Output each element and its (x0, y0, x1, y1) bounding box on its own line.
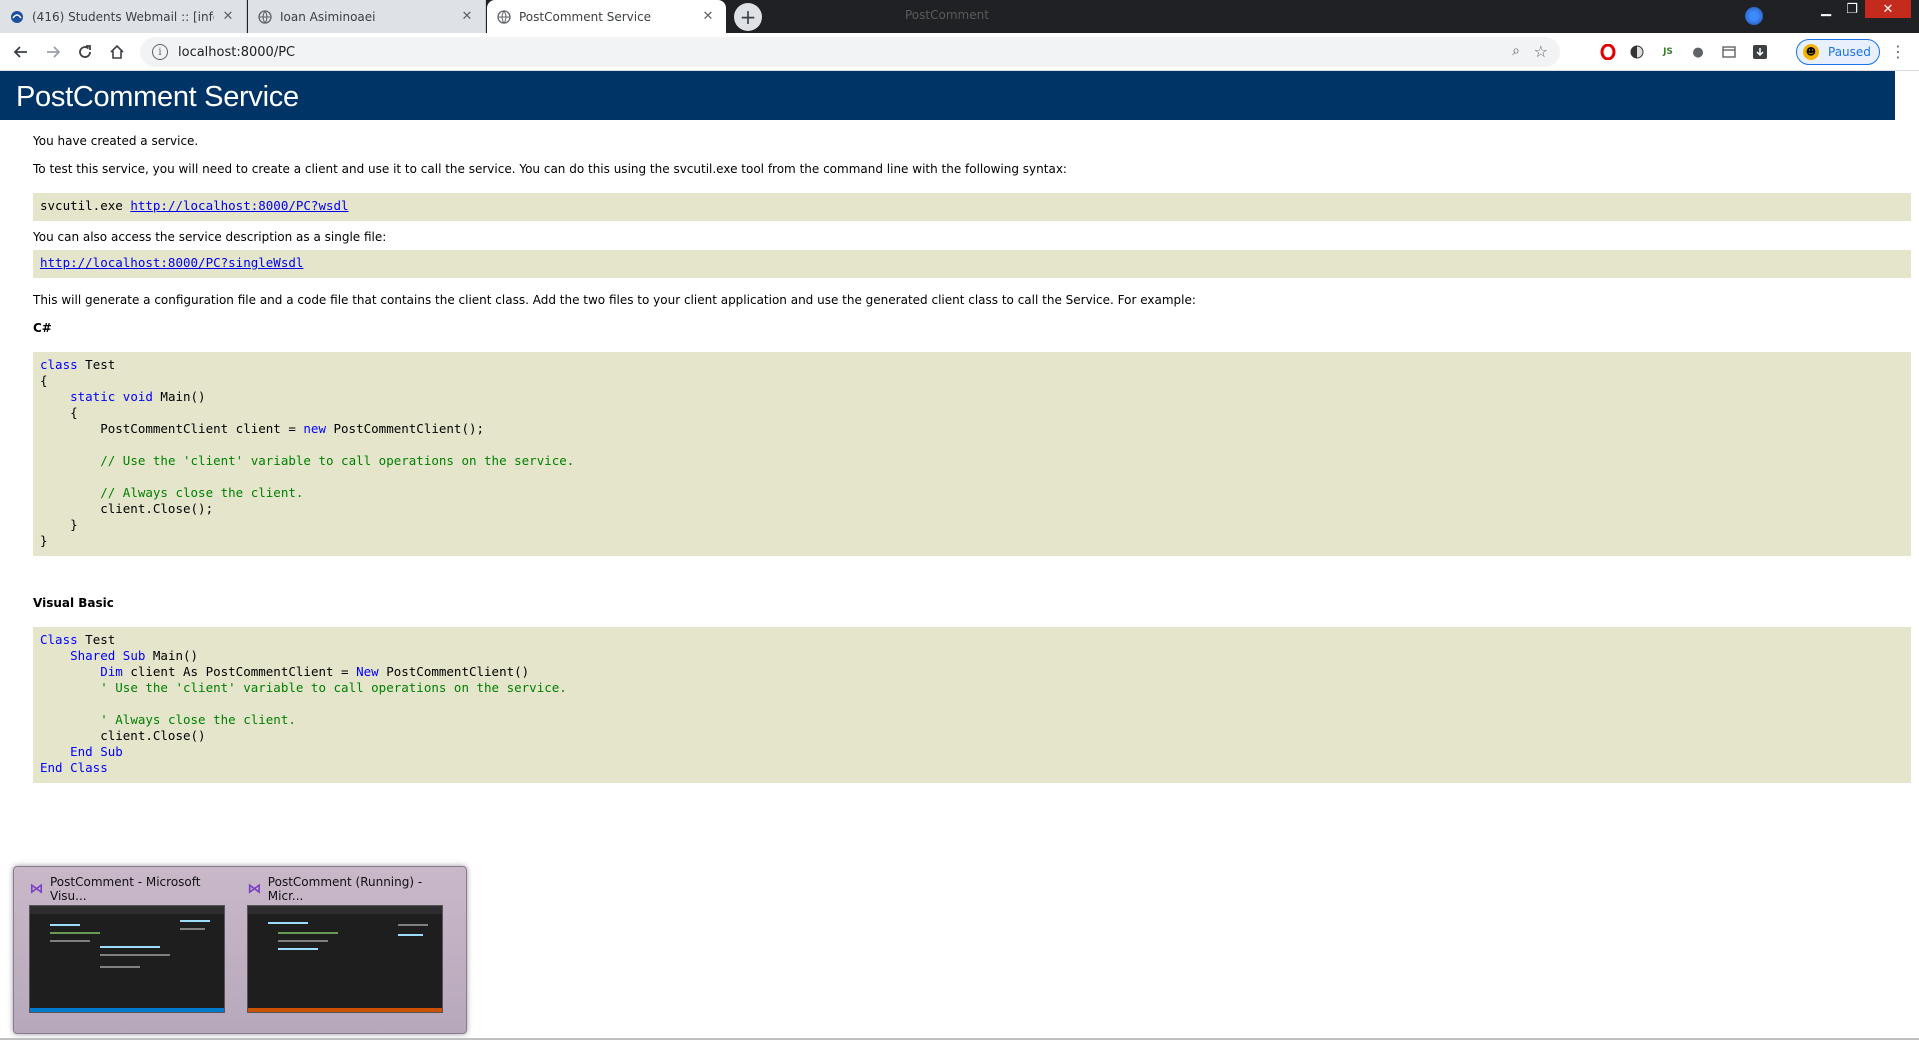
test-instructions: To test this service, you will need to c… (33, 162, 1067, 176)
single-wsdl-block: http://localhost:8000/PC?singleWsdl (33, 250, 1911, 278)
bookmark-star-icon[interactable]: ☆ (1534, 42, 1548, 61)
visual-studio-icon: ⋈ (247, 881, 262, 897)
thumbnail-title-bar: ⋈ PostComment (Running) - Micr... (247, 875, 447, 903)
js-extension-icon[interactable]: JS (1658, 42, 1678, 62)
thumbnail-title: PostComment (Running) - Micr... (267, 875, 423, 903)
wsdl-link[interactable]: http://localhost:8000/PC?wsdl (130, 198, 348, 213)
restore-icon[interactable]: ❐ (1839, 0, 1865, 18)
forward-arrow-icon (47, 46, 61, 58)
zoom-icon[interactable]: ⌕ (1512, 43, 1520, 59)
window-preview-image (29, 905, 225, 1013)
menu-kebab-icon[interactable]: ⋮ (1890, 42, 1906, 61)
reload-button[interactable] (72, 39, 98, 65)
taskbar-thumbnail-popup: ⋈ PostComment - Microsoft Visu... ⋈ Post… (13, 866, 467, 1034)
home-button[interactable] (104, 39, 130, 65)
reload-icon (79, 45, 91, 58)
new-tab-button[interactable]: + (734, 3, 762, 31)
url-text[interactable]: localhost:8000/PC (178, 45, 295, 60)
visual-studio-icon: ⋈ (29, 881, 44, 897)
tab-postcomment-service[interactable]: PostComment Service ✕ (487, 0, 726, 33)
page-body: You have created a service. To test this… (33, 134, 1911, 783)
close-tab-icon[interactable]: ✕ (700, 9, 716, 25)
back-arrow-icon (13, 46, 27, 58)
close-tab-icon[interactable]: ✕ (459, 9, 475, 25)
tab-title: PostComment Service (519, 9, 652, 24)
csharp-heading: C# (33, 321, 52, 335)
profile-paused-button[interactable]: ☻ Paused (1796, 39, 1880, 65)
csharp-code-block: class Test { static void Main() { PostCo… (33, 352, 1911, 556)
tab-webmail[interactable]: (416) Students Webmail :: [info3c ✕ (0, 0, 247, 33)
svcutil-command-block: svcutil.exe http://localhost:8000/PC?wsd… (33, 193, 1911, 221)
page-title: PostComment Service (16, 81, 299, 113)
forward-button[interactable] (40, 39, 66, 65)
opera-extension-icon[interactable] (1598, 42, 1618, 62)
tab-title: Ioan Asiminoaei (280, 9, 376, 24)
window-controls: ▁ ❐ ✕ (1813, 0, 1911, 20)
close-window-icon[interactable]: ✕ (1865, 0, 1911, 18)
lightbulb-extension-icon[interactable]: ● (1688, 42, 1708, 62)
address-bar[interactable]: i localhost:8000/PC ⌕ ☆ (140, 37, 1560, 67)
page-header: PostComment Service (0, 71, 1895, 120)
thumbnail-title: PostComment - Microsoft Visu... (50, 875, 201, 903)
download-extension-icon[interactable] (1750, 42, 1770, 62)
minimize-icon[interactable]: ▁ (1813, 0, 1839, 18)
single-file-text: You can also access the service descript… (33, 230, 387, 244)
background-window-title: PostComment (905, 8, 989, 22)
tab-strip: PostComment (416) Students Webmail :: [i… (0, 0, 1919, 33)
globe-icon (258, 9, 272, 24)
thumbnail-title-bar: ⋈ PostComment - Microsoft Visu... (29, 875, 229, 903)
taskbar-thumbnail-visual-studio[interactable]: ⋈ PostComment - Microsoft Visu... (29, 875, 229, 1022)
back-button[interactable] (8, 39, 34, 65)
vb-code-block: Class Test Shared Sub Main() Dim client … (33, 627, 1911, 783)
generate-text: This will generate a configuration file … (33, 293, 1196, 307)
home-icon (110, 44, 124, 59)
site-info-icon[interactable]: i (152, 44, 168, 60)
svcutil-command: svcutil.exe (40, 198, 131, 213)
tab-title: (416) Students Webmail :: [info3c (32, 9, 214, 24)
taskbar-thumbnail-running[interactable]: ⋈ PostComment (Running) - Micr... (247, 875, 447, 1022)
globe-icon (497, 9, 511, 24)
webmail-favicon-icon (10, 10, 24, 24)
profile-orb-icon (1745, 7, 1763, 25)
close-tab-icon[interactable]: ✕ (220, 9, 236, 25)
dark-mode-extension-icon[interactable] (1627, 42, 1647, 62)
intro-text: You have created a service. (33, 134, 199, 148)
single-wsdl-link[interactable]: http://localhost:8000/PC?singleWsdl (40, 255, 303, 270)
window-preview-image (247, 905, 443, 1013)
tab-ioan-asiminoaei[interactable]: Ioan Asiminoaei ✕ (248, 0, 486, 33)
browser-toolbar: i localhost:8000/PC ⌕ ☆ JS ● ☻ Paused ⋮ (0, 33, 1919, 71)
taskbar-edge (0, 1038, 1919, 1040)
avatar: ☻ (1803, 44, 1819, 60)
profile-status-label: Paused (1828, 45, 1871, 59)
vb-heading: Visual Basic (33, 596, 114, 610)
window-extension-icon[interactable] (1719, 42, 1739, 62)
plus-icon: + (739, 5, 757, 29)
